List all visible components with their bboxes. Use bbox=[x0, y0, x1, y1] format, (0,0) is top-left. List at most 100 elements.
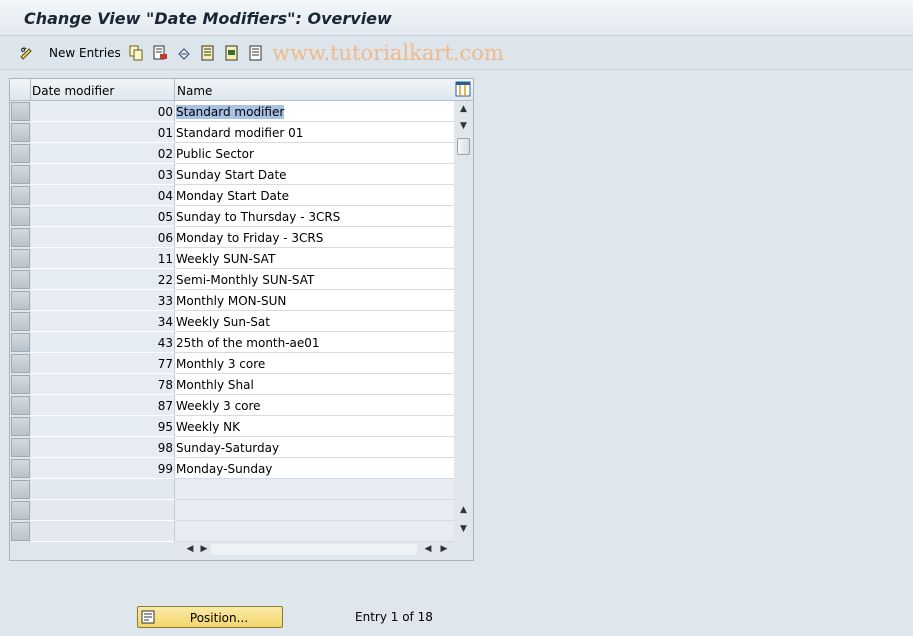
cell-name[interactable]: 25th of the month-ae01 bbox=[175, 332, 454, 353]
row-selector[interactable] bbox=[11, 396, 30, 415]
row-selector[interactable] bbox=[11, 291, 30, 310]
column-divider[interactable] bbox=[174, 79, 175, 100]
cell-date-modifier[interactable] bbox=[31, 521, 175, 542]
delete-icon[interactable] bbox=[152, 45, 168, 61]
table-row[interactable]: 02 Public Sector bbox=[10, 143, 454, 164]
cell-date-modifier[interactable]: 03 bbox=[31, 164, 175, 185]
cell-name[interactable]: Monday to Friday - 3CRS bbox=[175, 227, 454, 248]
cell-name[interactable]: Public Sector bbox=[175, 143, 454, 164]
row-selector[interactable] bbox=[11, 480, 30, 499]
row-selector[interactable] bbox=[11, 144, 30, 163]
row-selector[interactable] bbox=[11, 522, 30, 541]
row-selector[interactable] bbox=[11, 459, 30, 478]
column-header-name[interactable]: Name bbox=[177, 84, 212, 98]
row-selector[interactable] bbox=[11, 270, 30, 289]
table-row[interactable]: 43 25th of the month-ae01 bbox=[10, 332, 454, 353]
copy-icon[interactable] bbox=[128, 45, 144, 61]
cell-date-modifier[interactable]: 33 bbox=[31, 290, 175, 311]
cell-date-modifier[interactable]: 01 bbox=[31, 122, 175, 143]
edit-glasses-icon[interactable] bbox=[19, 45, 35, 61]
row-selector[interactable] bbox=[11, 375, 30, 394]
select-all-rows-button[interactable] bbox=[10, 79, 31, 100]
cell-name[interactable] bbox=[175, 500, 454, 521]
scroll-right-icon[interactable]: ▶ bbox=[197, 541, 211, 558]
row-selector[interactable] bbox=[11, 354, 30, 373]
cell-date-modifier[interactable]: 78 bbox=[31, 374, 175, 395]
new-entries-button[interactable]: New Entries bbox=[49, 46, 121, 60]
scroll-left-end-icon[interactable]: ◀ bbox=[421, 541, 435, 558]
cell-name[interactable]: Sunday Start Date bbox=[175, 164, 454, 185]
table-row[interactable] bbox=[10, 521, 454, 542]
cell-date-modifier[interactable]: 04 bbox=[31, 185, 175, 206]
row-selector[interactable] bbox=[11, 417, 30, 436]
row-selector[interactable] bbox=[11, 228, 30, 247]
table-row[interactable]: 98 Sunday-Saturday bbox=[10, 437, 454, 458]
scroll-left-icon[interactable]: ◀ bbox=[183, 541, 197, 558]
row-selector[interactable] bbox=[11, 333, 30, 352]
cell-name[interactable]: Sunday to Thursday - 3CRS bbox=[175, 206, 454, 227]
cell-name[interactable] bbox=[175, 521, 454, 542]
cell-date-modifier[interactable] bbox=[31, 479, 175, 500]
table-row[interactable]: 00 Standard modifier bbox=[10, 101, 454, 122]
cell-name[interactable]: Standard modifier 01 bbox=[175, 122, 454, 143]
cell-date-modifier[interactable]: 77 bbox=[31, 353, 175, 374]
cell-name[interactable]: Weekly Sun-Sat bbox=[175, 311, 454, 332]
table-row[interactable]: 77 Monthly 3 core bbox=[10, 353, 454, 374]
row-selector[interactable] bbox=[11, 249, 30, 268]
cell-name[interactable]: Monthly 3 core bbox=[175, 353, 454, 374]
table-row[interactable]: 01 Standard modifier 01 bbox=[10, 122, 454, 143]
scroll-right-end-icon[interactable]: ▶ bbox=[437, 541, 451, 558]
table-row[interactable]: 06 Monday to Friday - 3CRS bbox=[10, 227, 454, 248]
cell-date-modifier[interactable]: 05 bbox=[31, 206, 175, 227]
cell-date-modifier[interactable]: 95 bbox=[31, 416, 175, 437]
vertical-scrollbar[interactable]: ▲ ▼ ▲ ▼ bbox=[455, 101, 472, 541]
table-row[interactable]: 34 Weekly Sun-Sat bbox=[10, 311, 454, 332]
table-row[interactable]: 03 Sunday Start Date bbox=[10, 164, 454, 185]
row-selector[interactable] bbox=[11, 186, 30, 205]
cell-name[interactable]: Monthly MON-SUN bbox=[175, 290, 454, 311]
cell-name[interactable]: Monday Start Date bbox=[175, 185, 454, 206]
row-selector[interactable] bbox=[11, 165, 30, 184]
scroll-down-end-icon[interactable]: ▼ bbox=[455, 521, 472, 538]
cell-name[interactable] bbox=[175, 479, 454, 500]
scroll-track[interactable] bbox=[211, 544, 417, 555]
cell-name[interactable]: Monday-Sunday bbox=[175, 458, 454, 479]
row-selector[interactable] bbox=[11, 123, 30, 142]
cell-date-modifier[interactable]: 22 bbox=[31, 269, 175, 290]
cell-date-modifier[interactable]: 02 bbox=[31, 143, 175, 164]
cell-date-modifier[interactable]: 87 bbox=[31, 395, 175, 416]
cell-name[interactable]: Weekly SUN-SAT bbox=[175, 248, 454, 269]
table-row[interactable]: 05 Sunday to Thursday - 3CRS bbox=[10, 206, 454, 227]
table-row[interactable]: 87 Weekly 3 core bbox=[10, 395, 454, 416]
row-selector[interactable] bbox=[11, 438, 30, 457]
scroll-thumb[interactable] bbox=[457, 138, 470, 155]
cell-name[interactable]: Monthly Shal bbox=[175, 374, 454, 395]
cell-date-modifier[interactable] bbox=[31, 500, 175, 521]
position-button[interactable]: Position... bbox=[137, 606, 283, 628]
cell-date-modifier[interactable]: 06 bbox=[31, 227, 175, 248]
cell-date-modifier[interactable]: 34 bbox=[31, 311, 175, 332]
horizontal-scrollbar[interactable]: ◀ ▶ ◀ ▶ bbox=[175, 541, 453, 558]
select-all-icon[interactable] bbox=[200, 45, 216, 61]
column-header-date-modifier[interactable]: Date modifier bbox=[32, 84, 114, 98]
table-row[interactable] bbox=[10, 500, 454, 521]
select-block-icon[interactable] bbox=[224, 45, 240, 61]
cell-date-modifier[interactable]: 98 bbox=[31, 437, 175, 458]
cell-date-modifier[interactable]: 43 bbox=[31, 332, 175, 353]
cell-name[interactable]: Semi-Monthly SUN-SAT bbox=[175, 269, 454, 290]
row-selector[interactable] bbox=[11, 312, 30, 331]
row-selector[interactable] bbox=[11, 207, 30, 226]
cell-date-modifier[interactable]: 11 bbox=[31, 248, 175, 269]
cell-name[interactable]: Standard modifier bbox=[175, 101, 454, 122]
scroll-up-end-icon[interactable]: ▲ bbox=[455, 502, 472, 519]
scroll-down-icon[interactable]: ▼ bbox=[455, 118, 472, 135]
cell-date-modifier[interactable]: 99 bbox=[31, 458, 175, 479]
table-row[interactable] bbox=[10, 479, 454, 500]
row-selector[interactable] bbox=[11, 501, 30, 520]
table-row[interactable]: 99 Monday-Sunday bbox=[10, 458, 454, 479]
cell-date-modifier[interactable]: 00 bbox=[31, 101, 175, 122]
table-row[interactable]: 22 Semi-Monthly SUN-SAT bbox=[10, 269, 454, 290]
table-row[interactable]: 11 Weekly SUN-SAT bbox=[10, 248, 454, 269]
cell-name[interactable]: Sunday-Saturday bbox=[175, 437, 454, 458]
table-row[interactable]: 95 Weekly NK bbox=[10, 416, 454, 437]
